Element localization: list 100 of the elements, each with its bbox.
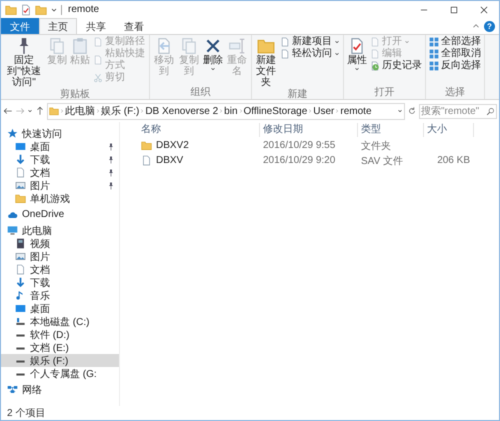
grid-icon <box>429 37 439 47</box>
file-row[interactable]: DBXV 2016/10/29 9:20 SAV 文件 206 KB <box>138 153 499 168</box>
navigation-item[interactable]: 下载 <box>1 153 119 166</box>
breadcrumb[interactable]: User <box>313 106 334 116</box>
navigation-item[interactable]: 此电脑 <box>1 224 119 237</box>
folder-icon <box>257 37 275 55</box>
ribbon-button[interactable]: 新建项目 <box>279 36 341 48</box>
ribbon-tab[interactable]: 文件 <box>1 18 39 34</box>
ribbon-group-label: 剪贴板 <box>59 89 91 101</box>
chevron-right-icon <box>218 108 224 114</box>
navigation-item[interactable]: 单机游戏 <box>1 192 119 205</box>
caret-icon <box>397 108 403 114</box>
navigation-item[interactable]: 视频 <box>1 237 119 250</box>
chevron-right-icon <box>307 108 314 114</box>
navigation-item[interactable]: 文档 (E:) <box>1 341 119 354</box>
navigation-item[interactable]: 图片 <box>1 179 119 192</box>
modified-date: 2016/10/29 9:20 <box>262 155 336 166</box>
up-arrow-icon <box>35 106 45 116</box>
ribbon-button[interactable]: 轻松访问 <box>279 48 341 60</box>
desktop-icon <box>15 141 26 152</box>
ribbon-button[interactable]: 固定到"快速访问" <box>3 36 45 89</box>
chevron-right-icon <box>95 108 101 114</box>
navigation-item[interactable]: 图片 <box>1 250 119 263</box>
ribbon-button[interactable]: 历史记录 <box>369 60 423 72</box>
navigation-item[interactable]: 音乐 <box>1 289 119 302</box>
navigation-item[interactable]: 娱乐 (F:) <box>1 354 119 367</box>
ribbon-tab[interactable]: 查看 <box>115 18 153 34</box>
chevron-right-icon <box>59 108 65 114</box>
column-header[interactable]: 大小 <box>424 123 474 137</box>
navigation-item[interactable]: 文档 <box>1 263 119 276</box>
forward-icon <box>15 106 25 116</box>
search-field[interactable]: 搜索"remote" <box>419 104 497 118</box>
address-bar[interactable]: 此电脑 娱乐 (F:) DB Xenoverse 2 bin OfflineStorage User remote <box>47 102 405 120</box>
folder-icon <box>15 193 26 204</box>
navigation-item[interactable]: 快速访问 <box>1 127 119 140</box>
chevron-right-icon <box>139 108 146 114</box>
breadcrumb[interactable]: 此电脑 <box>65 104 95 118</box>
pin-icon <box>107 156 115 164</box>
checked-document-icon <box>20 4 32 16</box>
help-button[interactable]: ? <box>484 20 495 32</box>
file-name: DBXV2 <box>156 140 189 151</box>
navigation-item[interactable]: 个人专属盘 (G: <box>1 367 119 380</box>
breadcrumb[interactable]: DB Xenoverse 2 <box>145 106 218 116</box>
computer-icon <box>7 225 18 236</box>
column-header[interactable]: 类型 <box>358 123 424 137</box>
navigation-item[interactable]: 网络 <box>1 383 119 396</box>
navigation-item[interactable]: 文档 <box>1 166 119 179</box>
document-icon <box>15 167 26 178</box>
ribbon-button[interactable]: 属性 <box>346 36 368 73</box>
film-icon <box>15 238 26 249</box>
picture-icon <box>15 251 26 262</box>
desktop-icon <box>15 303 26 314</box>
grid-icon <box>429 49 439 59</box>
navigation-item[interactable]: 桌面 <box>1 140 119 153</box>
copy-icon <box>180 37 198 55</box>
ribbon-button[interactable]: 全部选择 <box>428 36 482 48</box>
folder-icon <box>141 140 152 151</box>
ribbon-group-label: 新建 <box>286 89 308 101</box>
star-icon <box>7 128 18 139</box>
document-icon <box>15 264 26 275</box>
navigation-item[interactable]: 桌面 <box>1 302 119 315</box>
breadcrumb[interactable]: bin <box>224 106 238 116</box>
file-row[interactable]: DBXV2 2016/10/29 9:55 文件夹 <box>138 138 499 153</box>
navigation-item[interactable]: 本地磁盘 (C:) <box>1 315 119 328</box>
navigation-item[interactable]: 软件 (D:) <box>1 328 119 341</box>
ribbon-button[interactable]: 全部取消 <box>428 48 482 60</box>
breadcrumb[interactable]: remote <box>340 106 372 116</box>
navigation-item[interactable]: OneDrive <box>1 208 119 221</box>
copy-icon <box>48 37 66 55</box>
file-icon <box>141 155 152 166</box>
ribbon-group-label: 选择 <box>444 87 466 99</box>
file-name: DBXV <box>156 155 184 166</box>
refresh-icon <box>407 106 417 116</box>
modified-date: 2016/10/29 9:55 <box>262 140 336 151</box>
delete-icon <box>204 37 222 55</box>
window-title: remote <box>68 4 100 15</box>
scissors-icon <box>93 73 103 83</box>
ribbon-button[interactable]: 删除 <box>202 36 224 73</box>
download-icon <box>15 277 26 288</box>
ribbon-button[interactable]: 反向选择 <box>428 60 482 72</box>
file-size: 206 KB <box>437 155 470 166</box>
close-icon <box>479 4 489 14</box>
ribbon-button[interactable]: 新建文件夹 <box>254 36 278 89</box>
breadcrumb[interactable]: OfflineStorage <box>244 106 308 116</box>
navigation-item[interactable]: 下载 <box>1 276 119 289</box>
ribbon-tab[interactable]: 主页 <box>39 18 77 34</box>
clipboard-icon <box>71 37 89 55</box>
column-header[interactable]: 名称 <box>138 123 260 137</box>
pin-icon <box>107 142 115 150</box>
ribbon-tab[interactable]: 共享 <box>77 18 115 34</box>
ribbon-group-label: 打开 <box>374 87 396 99</box>
pin-icon <box>107 168 115 176</box>
column-header[interactable]: 修改日期 <box>260 123 358 137</box>
system-drive-icon <box>15 316 26 327</box>
caret-icon <box>27 108 33 114</box>
folder-icon <box>35 4 47 16</box>
pin-icon <box>107 182 115 190</box>
file-type: 文件夹 <box>360 140 392 152</box>
breadcrumb[interactable]: 娱乐 (F:) <box>101 104 140 118</box>
maximize-icon <box>449 4 459 14</box>
